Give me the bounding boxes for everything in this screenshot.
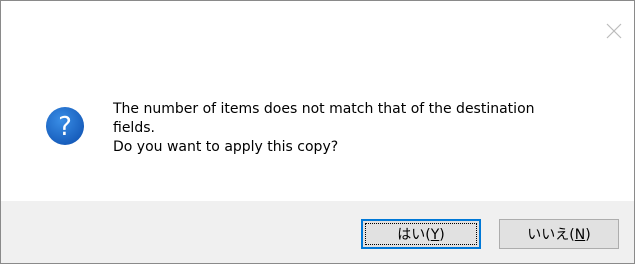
no-button[interactable]: いいえ(N) xyxy=(499,219,619,249)
dialog-footer: はい(Y) いいえ(N) xyxy=(1,201,634,263)
message-line: fields. xyxy=(113,120,155,136)
close-button[interactable] xyxy=(602,19,626,43)
close-x-icon xyxy=(606,23,622,39)
dialog-content: ? The number of items does not match tha… xyxy=(1,1,634,201)
message-line: The number of items does not match that … xyxy=(113,101,535,117)
yes-label: はい(Y) xyxy=(397,227,445,243)
message-line: Do you want to apply this copy? xyxy=(113,139,339,155)
dialog-message: The number of items does not match that … xyxy=(113,100,613,157)
question-icon: ? xyxy=(46,107,84,145)
svg-text:?: ? xyxy=(58,112,72,142)
message-dialog: ? The number of items does not match tha… xyxy=(0,0,635,264)
no-label: いいえ(N) xyxy=(527,227,591,243)
yes-button[interactable]: はい(Y) xyxy=(361,219,481,249)
